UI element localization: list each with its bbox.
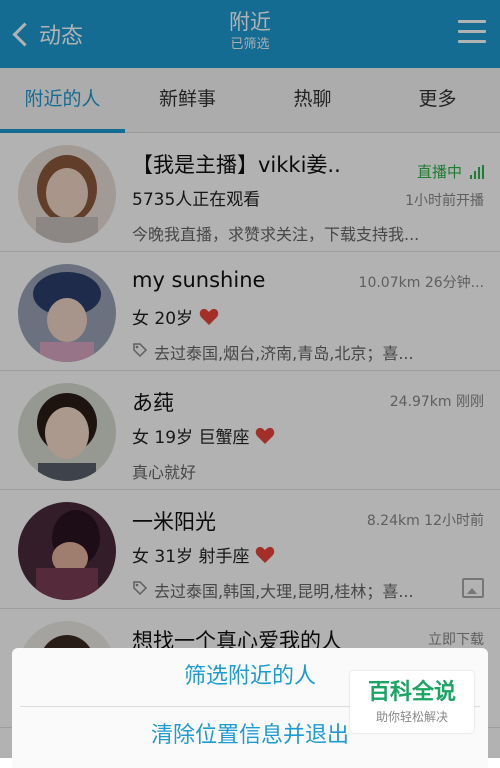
watermark-logo: 百科全说 助你轻松解决: [350, 671, 474, 733]
watermark-main: 百科全说: [367, 680, 456, 705]
dim-overlay[interactable]: [0, 0, 500, 758]
watermark-sub: 助你轻松解决: [375, 710, 448, 724]
